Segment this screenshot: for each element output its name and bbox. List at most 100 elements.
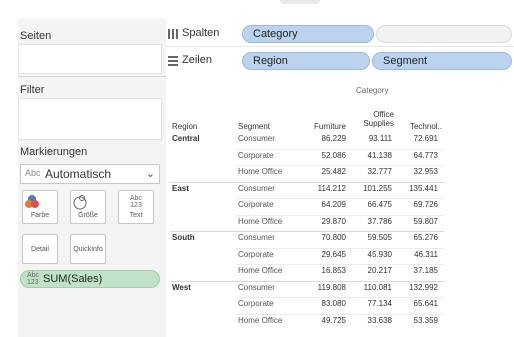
sales-cell-technology[interactable]: 32.953 [398, 167, 438, 176]
segment-divider [236, 264, 444, 265]
segment-pill[interactable]: Segment [372, 52, 512, 70]
sales-cell-technology[interactable]: 132.992 [398, 283, 438, 292]
sales-cell-technology[interactable]: 135.441 [398, 184, 438, 193]
sales-cell-furniture[interactable]: 29.870 [306, 217, 346, 226]
sales-cell-furniture[interactable]: 114.212 [306, 184, 346, 193]
text-label: Text [129, 212, 143, 219]
sales-cell-technology[interactable]: 64.773 [398, 151, 438, 160]
text-icon-123: 123 [130, 202, 142, 209]
sales-cell-technology[interactable]: 69.726 [398, 200, 438, 209]
region-label: Central [172, 134, 200, 143]
pages-drop-area[interactable] [18, 44, 162, 74]
sales-cell-technology[interactable]: 72.691 [398, 134, 438, 143]
tooltip-label: QuickInfo [73, 246, 103, 253]
segment-divider [236, 297, 444, 298]
region-column-header: Region [172, 122, 198, 131]
top-strip [0, 0, 514, 18]
office-supplies-line1: Office [373, 110, 394, 119]
text-icon: Abc 123 [119, 193, 153, 211]
mark-type-value: Automatisch [45, 167, 112, 181]
furniture-header: Furniture [313, 122, 346, 131]
segment-label: Corporate [238, 299, 274, 308]
segment-label: Corporate [238, 150, 274, 160]
pane-divider [18, 76, 166, 77]
size-button[interactable]: Größe [70, 190, 106, 224]
sales-cell-technology[interactable]: 37.185 [398, 266, 438, 275]
segment-label: Consumer [238, 183, 275, 193]
sales-cell-office[interactable]: 59.505 [352, 233, 392, 242]
sum-sales-pill[interactable]: Abc 123 SUM(Sales) [20, 270, 160, 288]
category-pill[interactable]: Category [242, 25, 374, 43]
sales-cell-furniture[interactable]: 83.080 [306, 299, 346, 308]
sales-cell-furniture[interactable]: 70.800 [306, 233, 346, 242]
columns-shelf[interactable]: Spalten Category [166, 24, 514, 44]
region-divider [170, 231, 444, 232]
color-button[interactable]: Farbe [22, 190, 58, 224]
sales-cell-office[interactable]: 101.255 [352, 184, 392, 193]
columns-shelf-label: Spalten [182, 27, 220, 39]
sales-cell-office[interactable]: 110.081 [352, 283, 392, 292]
segment-label: Consumer [238, 233, 275, 242]
segment-label: Home Office [238, 266, 283, 275]
detail-button[interactable]: Detail [22, 234, 58, 264]
segment-label: Corporate [238, 249, 274, 259]
sales-cell-technology[interactable]: 65.276 [398, 233, 438, 242]
segment-divider [236, 313, 444, 315]
sum-sales-label: SUM(Sales) [43, 273, 103, 285]
sales-cell-furniture[interactable]: 52.086 [306, 151, 346, 160]
sales-pill-type-icon: Abc 123 [27, 272, 39, 286]
region-label: West [172, 282, 191, 292]
sales-pill-abc: Abc [27, 272, 40, 279]
text-icon-abc: Abc [129, 195, 143, 202]
columns-shelf-empty-slot[interactable] [376, 25, 512, 43]
region-pill[interactable]: Region [242, 52, 370, 70]
sales-cell-furniture[interactable]: 64.209 [306, 200, 346, 209]
color-label: Farbe [30, 212, 50, 219]
rows-shelf[interactable]: Zeilen Region Segment [166, 51, 514, 71]
sales-cell-technology[interactable]: 65.641 [398, 299, 438, 308]
sales-cell-furniture[interactable]: 16.853 [306, 266, 346, 275]
sales-cell-furniture[interactable]: 25.482 [306, 167, 346, 176]
color-icon [25, 195, 39, 208]
left-pane: Seiten Filter Markierungen Abc Automatis… [18, 18, 166, 337]
region-divider [170, 280, 444, 282]
sales-cell-office[interactable]: 77.134 [352, 299, 392, 308]
sales-cell-office[interactable]: 20.217 [352, 266, 392, 275]
segment-column-header: Segment [238, 122, 271, 131]
technology-header: Technol.. [409, 122, 442, 131]
toolbar-stub [280, 0, 320, 4]
sales-cell-furniture[interactable]: 29.645 [306, 250, 346, 259]
mark-type-select[interactable]: Abc Automatisch ⌄ [20, 164, 160, 184]
sales-cell-technology[interactable]: 46.311 [398, 250, 438, 259]
sales-cell-office[interactable]: 33.638 [352, 316, 392, 325]
filters-drop-area[interactable] [18, 98, 162, 140]
dropdown-chevron-icon: ⌄ [145, 168, 155, 180]
text-button[interactable]: Abc 123 Text [118, 190, 154, 224]
segment-divider [236, 165, 444, 166]
sales-cell-technology[interactable]: 59.807 [398, 217, 438, 226]
region-divider [170, 181, 444, 183]
columns-shelf-icon [168, 29, 178, 39]
rows-shelf-label: Zeilen [182, 54, 212, 66]
segment-divider [236, 247, 444, 249]
detail-label: Detail [31, 246, 49, 253]
shelf-divider [166, 46, 514, 47]
filters-card: Filter [18, 80, 162, 140]
sales-cell-office[interactable]: 45.930 [352, 250, 392, 259]
sales-cell-furniture[interactable]: 86.229 [306, 134, 346, 143]
sales-cell-office[interactable]: 41.138 [352, 151, 392, 160]
segment-divider [236, 214, 444, 216]
segment-divider [236, 198, 444, 199]
sales-cell-office[interactable]: 32.777 [352, 167, 392, 176]
sales-cell-technology[interactable]: 53.359 [398, 316, 438, 325]
sales-cell-office[interactable]: 37.786 [352, 217, 392, 226]
tooltip-button[interactable]: QuickInfo [70, 234, 106, 264]
pages-title: Seiten [20, 30, 52, 42]
size-label: Größe [78, 212, 98, 219]
sales-cell-furniture[interactable]: 49.725 [306, 316, 346, 325]
segment-label: Corporate [238, 200, 274, 209]
sales-cell-furniture[interactable]: 119.808 [306, 283, 346, 292]
sales-cell-office[interactable]: 93.111 [352, 134, 392, 143]
pages-card: Seiten [18, 26, 162, 74]
sales-cell-office[interactable]: 66.475 [352, 200, 392, 209]
